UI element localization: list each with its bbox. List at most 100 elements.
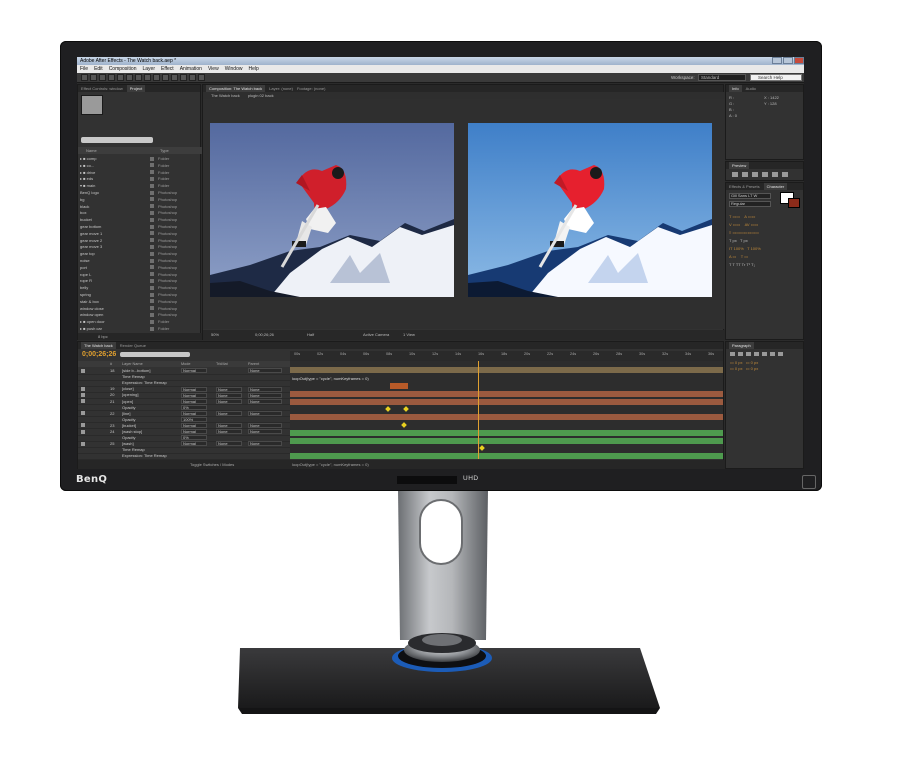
keyframe[interactable]	[403, 406, 409, 412]
hand-tool-icon[interactable]	[90, 74, 97, 81]
tab-footage[interactable]: Footage: (none)	[297, 85, 325, 92]
puppet-tool-icon[interactable]	[198, 74, 205, 81]
tab-character[interactable]: Character	[763, 183, 788, 190]
tab-composition[interactable]: Composition: The Watch back	[206, 85, 266, 92]
mask-tool-icon[interactable]	[135, 74, 142, 81]
brush-tool-icon[interactable]	[162, 74, 169, 81]
project-search-input[interactable]	[81, 137, 153, 143]
menu-window[interactable]: Window	[225, 65, 243, 73]
zoom-select[interactable]: 50%	[211, 330, 219, 340]
workspace-select[interactable]: Standard	[698, 74, 746, 81]
track-bar[interactable]	[290, 438, 723, 444]
viewer-timecode[interactable]: 0;00;26;26	[255, 330, 274, 340]
visibility-eye-icon[interactable]	[81, 392, 85, 397]
justify-center-icon[interactable]	[762, 352, 767, 356]
timeline-timecode[interactable]: 0;00;26;26	[82, 351, 116, 358]
font-family-select[interactable]: Gill Sans LT W	[729, 193, 771, 199]
tab-watch-back[interactable]: The Watch back	[81, 342, 116, 349]
subtab-watch-back[interactable]: The Watch back	[211, 92, 240, 99]
zoom-tool-icon[interactable]	[99, 74, 106, 81]
track-bar[interactable]	[290, 414, 723, 420]
track-bar[interactable]	[290, 391, 723, 397]
maximize-button[interactable]	[783, 57, 793, 64]
timeline-tracks[interactable]: loopOut(type = "cycle", numKeyframes = 0…	[290, 361, 723, 459]
viewer-right[interactable]	[468, 123, 712, 297]
loop-icon[interactable]	[782, 172, 788, 177]
track-bar[interactable]	[390, 383, 408, 389]
timeline-ruler[interactable]: 00s 02s 04s 06s 08s 10s 12s 14s 16s 18s 20s 22s 24s 2…	[290, 351, 723, 361]
visibility-eye-icon[interactable]	[81, 368, 85, 373]
camera-tool-icon[interactable]	[117, 74, 124, 81]
keyframe[interactable]	[385, 406, 391, 412]
align-right-icon[interactable]	[746, 352, 751, 356]
last-frame-icon[interactable]	[772, 172, 778, 177]
clone-tool-icon[interactable]	[171, 74, 178, 81]
bpc-label[interactable]: 8 bpc	[98, 334, 108, 339]
col-name[interactable]: Name	[86, 147, 97, 154]
keyframe[interactable]	[479, 445, 485, 451]
visibility-eye-icon[interactable]	[81, 429, 85, 434]
justify-right-icon[interactable]	[770, 352, 775, 356]
pan-behind-tool-icon[interactable]	[126, 74, 133, 81]
font-style-select[interactable]: Regular	[729, 201, 771, 207]
visibility-eye-icon[interactable]	[81, 399, 85, 403]
menu-effect[interactable]: Effect	[161, 65, 174, 73]
tab-effect-controls[interactable]: Effect Controls: window	[81, 85, 123, 92]
tab-preview[interactable]: Preview	[729, 162, 750, 169]
first-frame-icon[interactable]	[732, 172, 738, 177]
prev-frame-icon[interactable]	[742, 172, 748, 177]
project-item[interactable]: ▸ ■ push car Folder	[80, 325, 198, 332]
visibility-eye-icon[interactable]	[81, 423, 85, 428]
pen-tool-icon[interactable]	[144, 74, 151, 81]
menu-composition[interactable]: Composition	[109, 65, 137, 73]
track-bar[interactable]	[290, 399, 723, 405]
timeline-search-input[interactable]	[120, 352, 190, 357]
menu-edit[interactable]: Edit	[94, 65, 103, 73]
track-bar[interactable]	[290, 367, 723, 373]
menu-view[interactable]: View	[208, 65, 219, 73]
playhead[interactable]	[478, 361, 479, 459]
justify-all-icon[interactable]	[778, 352, 783, 356]
expression-text-1[interactable]: loopOut(type = "cycle", numKeyframes = 0…	[292, 376, 369, 381]
subtab-plugin-back[interactable]: plugin 02 back	[248, 92, 274, 99]
expression-text-2[interactable]: loopOut(type = "cycle", numKeyframes = 0…	[292, 460, 369, 469]
menu-layer[interactable]: Layer	[142, 65, 155, 73]
tab-audio[interactable]: Audio	[746, 85, 756, 92]
track-bar[interactable]	[290, 430, 723, 436]
roto-brush-tool-icon[interactable]	[189, 74, 196, 81]
selection-tool-icon[interactable]	[81, 74, 88, 81]
tab-info[interactable]: Info	[729, 85, 742, 92]
menu-animation[interactable]: Animation	[180, 65, 202, 73]
visibility-eye-icon[interactable]	[81, 441, 85, 446]
toggle-switches-modes[interactable]: Toggle Switches / Modes	[190, 460, 234, 469]
camera-select[interactable]: Active Camera	[363, 330, 389, 340]
type-tool-icon[interactable]	[153, 74, 160, 81]
visibility-eye-icon[interactable]	[81, 386, 85, 391]
keyframe[interactable]	[401, 422, 407, 428]
align-center-icon[interactable]	[738, 352, 743, 356]
tab-paragraph[interactable]: Paragraph	[729, 342, 754, 349]
search-help-input[interactable]: Search Help	[750, 74, 802, 81]
minimize-button[interactable]	[772, 57, 782, 64]
align-left-icon[interactable]	[730, 352, 735, 356]
justify-left-icon[interactable]	[754, 352, 759, 356]
tab-effects-presets[interactable]: Effects & Presets	[729, 183, 760, 190]
play-icon[interactable]	[752, 172, 758, 177]
views-select[interactable]: 1 View	[403, 330, 415, 340]
viewer-left[interactable]	[210, 123, 454, 297]
track-bar[interactable]	[290, 453, 723, 459]
next-frame-icon[interactable]	[762, 172, 768, 177]
layer-row[interactable]: Expression: Time Remap	[78, 452, 290, 460]
resolution-select[interactable]: Half	[307, 330, 314, 340]
rotate-tool-icon[interactable]	[108, 74, 115, 81]
tab-project[interactable]: Project	[126, 85, 146, 92]
eraser-tool-icon[interactable]	[180, 74, 187, 81]
stroke-color-swatch[interactable]	[788, 198, 800, 208]
menu-help[interactable]: Help	[248, 65, 258, 73]
close-button[interactable]	[794, 57, 804, 64]
tab-layer[interactable]: Layer: (none)	[269, 85, 293, 92]
visibility-eye-icon[interactable]	[81, 411, 85, 416]
tab-render-queue[interactable]: Render Queue	[120, 342, 146, 349]
col-type[interactable]: Type	[160, 147, 169, 154]
power-button[interactable]	[802, 475, 816, 489]
